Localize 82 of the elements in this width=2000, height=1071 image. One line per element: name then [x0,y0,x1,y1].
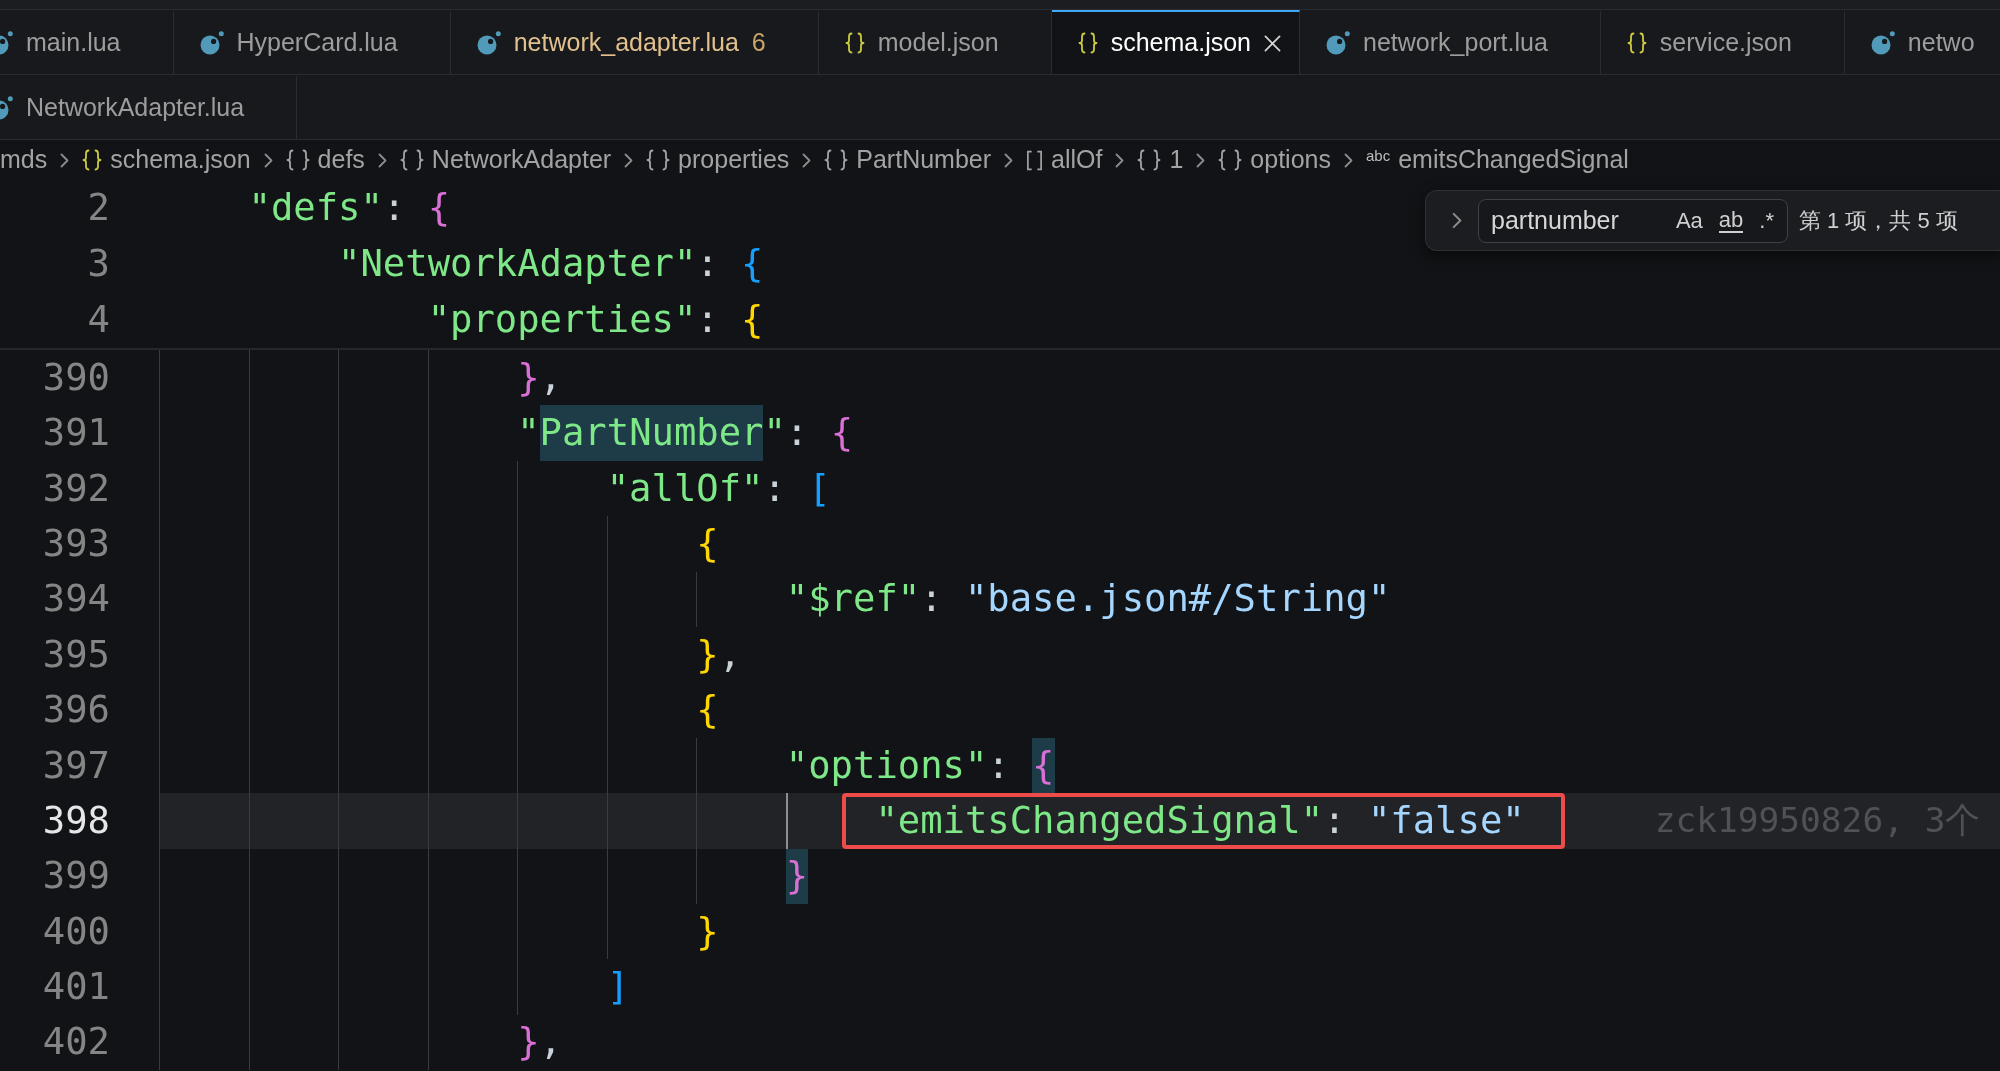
chevron-right-icon [377,152,387,168]
code-line: { [696,686,719,734]
match-count: 第 1 项，共 5 项 [1799,207,1958,235]
line-number: 390 [42,353,110,401]
editor-tab[interactable]: network_adapter.lua 6 [450,10,819,74]
braces-icon [844,32,865,54]
line-number: 396 [42,686,110,734]
editor-tab[interactable]: service.json [1600,10,1845,74]
line-number: 3 [87,240,110,288]
editor-tab[interactable]: NetworkAdapter.lua [0,75,298,139]
line-number: 400 [42,907,110,955]
code-line: "allOf": [ [606,464,831,512]
planet-icon [1870,31,1895,55]
line-number: 401 [42,963,110,1011]
breadcrumb-item[interactable]: schema.json [82,141,251,179]
chevron-right-icon [1344,152,1353,168]
brackets-icon [1026,149,1044,171]
line-number: 4 [87,296,110,344]
editor-tab[interactable]: network_port.lua [1300,10,1601,74]
breadcrumb-item[interactable]: PartNumber [824,141,992,179]
line-number: 395 [42,630,110,678]
chevron-right-icon [263,152,273,168]
code-line: "defs": { [248,184,451,232]
code-line: }, [696,630,742,678]
breadcrumb-item[interactable]: NetworkAdapter [399,141,612,179]
chevron-right-icon [1004,152,1014,168]
code-line: }, [517,353,562,401]
braces-icon [285,149,310,171]
breadcrumb-item[interactable]: 1 [1137,141,1184,179]
line-number: 402 [42,1018,110,1066]
breadcrumb-item[interactable]: options [1218,141,1331,179]
braces-icon [1137,149,1162,171]
breadcrumb-item[interactable]: defs [285,141,365,179]
line-number: 399 [42,852,110,900]
editor-tab[interactable]: netwo [1844,10,2000,74]
chevron-right-icon [802,152,812,168]
chevron-right-icon [1115,152,1125,168]
planet-icon [199,31,224,55]
code-line: "$ref": "base.json#/String" [785,575,1391,623]
code-line: ] [606,963,630,1011]
braces-icon [824,149,849,171]
braces-icon [1218,149,1243,171]
braces-icon [1077,32,1098,54]
breadcrumb-item[interactable]: mds [0,141,48,179]
breadcrumb-item[interactable]: allOf [1026,141,1103,179]
editor-tab[interactable]: HyperCard.lua [173,10,451,74]
problem-count: 6 [751,27,766,59]
line-number: 394 [42,575,110,623]
editor-tab[interactable]: schema.json [1051,10,1301,74]
search-field[interactable]: partnumber Aa ab .* [1478,198,1788,243]
code-line: "properties": { [427,296,764,344]
code-line: } [696,907,719,955]
regex-toggle[interactable]: .* [1754,204,1779,237]
line-number: 391 [42,409,110,457]
code-line: "emitsChangedSignal": "false" [875,796,1525,844]
breadcrumb-item[interactable]: properties [646,141,790,179]
braces-icon [1626,32,1647,54]
chevron-right-icon [1196,152,1206,168]
chevron-right-icon [624,152,634,168]
symbol-label: abc [1366,147,1391,163]
planet-icon [1326,31,1351,55]
line-number: 2 [87,184,110,232]
line-number: 392 [42,464,110,512]
editor-tab[interactable]: model.json [818,10,1052,74]
match-case-toggle[interactable]: Aa [1670,204,1708,237]
breadcrumb-item[interactable]: abc emitsChangedSignal [1366,141,1629,179]
code-line: { [696,519,719,567]
close-icon[interactable] [1264,34,1282,52]
editor-tab[interactable]: main.lua [0,10,174,74]
line-number: 393 [42,519,110,567]
braces-icon [82,149,103,171]
braces-icon [399,149,424,171]
code-line: }, [517,1018,562,1066]
chevron-icon[interactable] [1452,212,1462,229]
chevron-right-icon [60,152,70,168]
code-line: "options": { [785,737,1055,794]
braces-icon [646,149,671,171]
line-number: 397 [42,741,110,789]
planet-icon [476,31,501,55]
line-number: 398 [42,796,110,844]
whole-word-toggle[interactable]: ab [1713,204,1749,237]
code-line: "NetworkAdapter": { [338,240,764,288]
